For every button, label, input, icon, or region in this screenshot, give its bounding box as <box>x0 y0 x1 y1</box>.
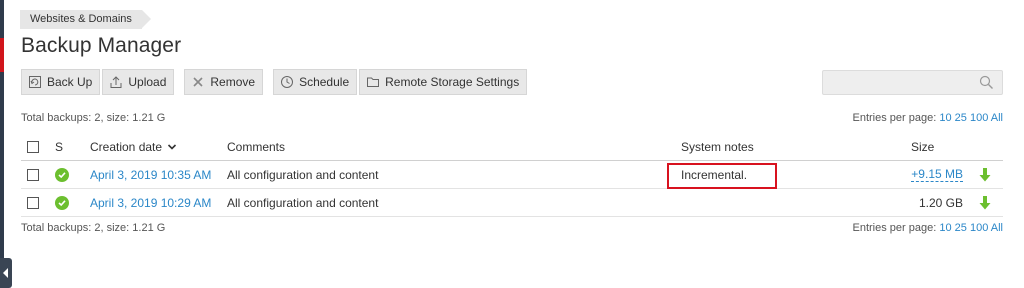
folder-icon <box>366 75 380 89</box>
backup-date-link[interactable]: April 3, 2019 10:29 AM <box>90 189 211 216</box>
download-icon[interactable] <box>979 161 991 188</box>
entries-per-page-bottom: Entries per page: 10 25 100 All <box>852 222 1003 234</box>
download-icon[interactable] <box>979 189 991 216</box>
column-header-comments: Comments <box>227 139 286 154</box>
sort-desc-icon <box>167 143 177 150</box>
column-header-system-notes: System notes <box>681 139 754 154</box>
remote-storage-settings-button[interactable]: Remote Storage Settings <box>359 69 528 95</box>
chevron-left-icon <box>3 268 8 278</box>
per-page-all[interactable]: All <box>991 222 1003 234</box>
select-all-checkbox[interactable] <box>27 140 39 153</box>
entries-per-page-label: Entries per page: <box>852 222 937 234</box>
backup-icon <box>28 75 42 89</box>
per-page-25[interactable]: 25 <box>955 112 967 124</box>
per-page-100[interactable]: 100 <box>970 222 988 234</box>
backup-system-notes: Incremental. <box>681 167 748 182</box>
upload-button[interactable]: Upload <box>102 69 175 95</box>
backup-size-link[interactable]: +9.15 MB <box>911 167 963 182</box>
toolbar: Back Up Upload Remove Schedule Remote St… <box>21 69 529 95</box>
status-ok-icon <box>55 195 69 210</box>
per-page-10[interactable]: 10 <box>939 222 951 234</box>
breadcrumb: Websites & Domains <box>20 9 151 29</box>
upload-icon <box>109 75 123 89</box>
remove-icon <box>191 75 205 89</box>
remove-label: Remove <box>210 75 256 89</box>
backup-comment: All configuration and content <box>227 195 379 210</box>
table-header: S Creation date Comments System notes Si… <box>21 133 1003 161</box>
backup-date-link[interactable]: April 3, 2019 10:35 AM <box>90 161 211 188</box>
entries-per-page-top: Entries per page: 10 25 100 All <box>852 112 1003 124</box>
search-box <box>822 70 1003 95</box>
per-page-100[interactable]: 100 <box>970 112 988 124</box>
left-sidebar-strip <box>0 0 4 288</box>
upload-label: Upload <box>128 75 167 89</box>
page-title: Backup Manager <box>21 34 182 57</box>
row-checkbox[interactable] <box>27 168 39 181</box>
remote-storage-settings-label: Remote Storage Settings <box>385 75 520 89</box>
column-header-status: S <box>55 139 64 154</box>
column-header-creation-date[interactable]: Creation date <box>90 133 177 160</box>
row-checkbox[interactable] <box>27 196 39 209</box>
clock-icon <box>280 75 294 89</box>
sidebar-collapse-toggle[interactable] <box>0 258 12 288</box>
backup-summary-top: Total backups: 2, size: 1.21 G <box>21 112 166 124</box>
column-header-size: Size <box>911 139 935 154</box>
breadcrumb-item-websites-domains[interactable]: Websites & Domains <box>20 9 151 29</box>
per-page-10[interactable]: 10 <box>939 112 951 124</box>
per-page-25[interactable]: 25 <box>955 222 967 234</box>
per-page-all[interactable]: All <box>991 112 1003 124</box>
remove-button[interactable]: Remove <box>184 69 264 95</box>
table-row: April 3, 2019 10:29 AM All configuration… <box>21 189 1003 217</box>
backup-size: 1.20 GB <box>918 195 963 210</box>
search-input[interactable] <box>823 71 973 94</box>
table-row: April 3, 2019 10:35 AM All configuration… <box>21 161 1003 189</box>
schedule-button[interactable]: Schedule <box>273 69 358 95</box>
backup-comment: All configuration and content <box>227 167 379 182</box>
backup-summary-bottom: Total backups: 2, size: 1.21 G <box>21 222 166 234</box>
backups-table: S Creation date Comments System notes Si… <box>21 133 1003 217</box>
schedule-label: Schedule <box>299 75 350 89</box>
status-ok-icon <box>55 167 69 182</box>
back-up-label: Back Up <box>47 75 93 89</box>
creation-date-header-label: Creation date <box>90 139 163 154</box>
active-nav-indicator <box>0 38 4 72</box>
search-icon[interactable] <box>979 75 994 95</box>
back-up-button[interactable]: Back Up <box>21 69 101 95</box>
entries-per-page-label: Entries per page: <box>852 112 937 124</box>
